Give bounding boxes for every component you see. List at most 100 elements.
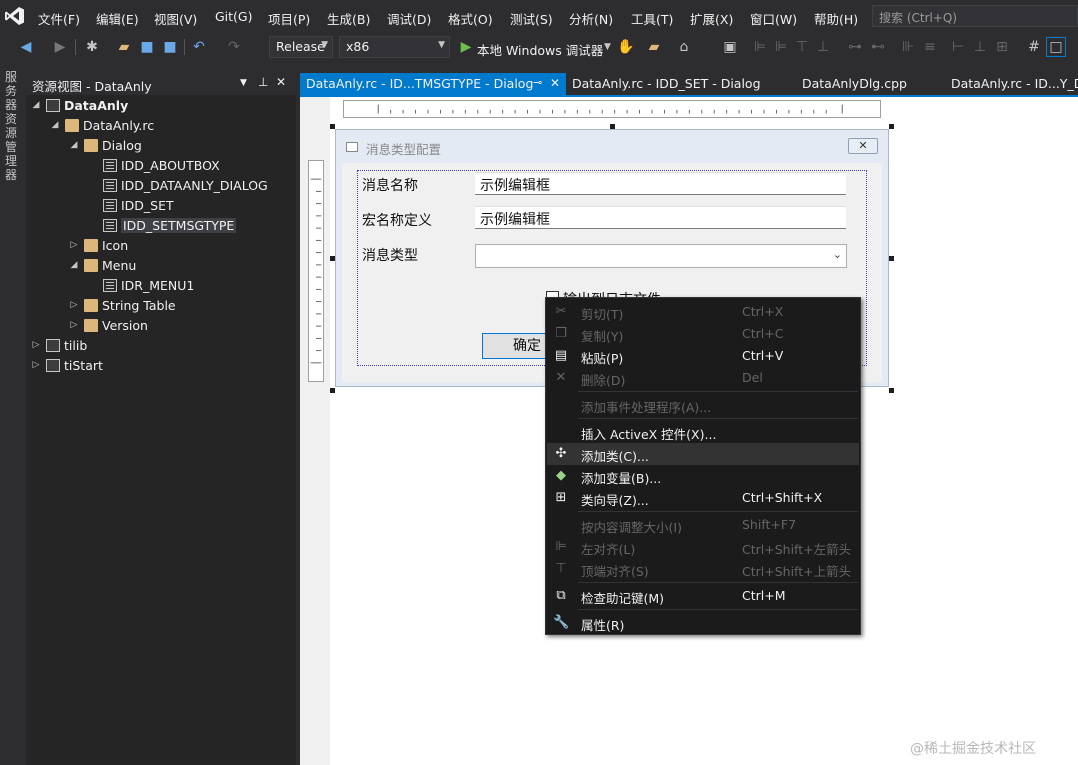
menu-item-check-mnemonics[interactable]: ⧉ 检查助记键(M) Ctrl+M bbox=[547, 585, 859, 607]
pin-icon[interactable]: ⊥ bbox=[258, 75, 268, 89]
align-left-tool-icon[interactable]: ⊫ bbox=[750, 37, 770, 57]
dialog-close-button[interactable]: ✕ bbox=[848, 138, 878, 154]
home-icon[interactable]: ⌂ bbox=[674, 37, 694, 57]
back-icon[interactable]: ◀ bbox=[16, 37, 36, 57]
tree-root-dataanly[interactable]: ◢ DataAnly bbox=[30, 95, 129, 115]
tree-item-dialog-selected[interactable]: IDD_SETMSGTYPE bbox=[99, 215, 237, 235]
configuration-select[interactable]: Release ▼ bbox=[269, 36, 333, 58]
same-size-icon[interactable]: ⊞ bbox=[992, 37, 1012, 57]
pin-icon[interactable]: ⊸ bbox=[533, 76, 542, 89]
tab-dataanly-setmsgtype[interactable]: DataAnly.rc - ID...TMSGTYPE - Dialog ⊸ ✕ bbox=[300, 73, 566, 95]
resize-handle[interactable] bbox=[889, 124, 894, 129]
menu-project[interactable]: 项目(P) bbox=[268, 9, 310, 28]
menu-format[interactable]: 格式(O) bbox=[448, 9, 493, 28]
menu-build[interactable]: 生成(B) bbox=[327, 9, 370, 28]
center-vertical-icon[interactable]: ⊶ bbox=[845, 37, 865, 57]
tab-dataanly-dialog[interactable]: DataAnly.rc - ID...Y_DI bbox=[945, 73, 1078, 95]
test-dialog-icon[interactable]: ▣ bbox=[720, 37, 740, 57]
align-right-tool-icon[interactable]: ⊫ bbox=[771, 37, 791, 57]
menu-item-copy[interactable]: ❐ 复制(Y) Ctrl+C bbox=[547, 323, 859, 345]
tree-item-dialog[interactable]: IDD_SET bbox=[99, 195, 174, 215]
menu-item-size-to-content[interactable]: 按内容调整大小(I) Shift+F7 bbox=[547, 514, 859, 536]
menu-item-cut[interactable]: ✂ 剪切(T) Ctrl+X bbox=[547, 301, 859, 323]
expand-arrow-icon[interactable]: ▷ bbox=[30, 340, 42, 350]
menu-item-align-left[interactable]: ⊫ 左对齐(L) Ctrl+Shift+左箭头 bbox=[547, 536, 859, 558]
menu-item-delete[interactable]: ✕ 删除(D) Del bbox=[547, 367, 859, 389]
menu-item-align-top[interactable]: ⊤ 顶端对齐(S) Ctrl+Shift+上箭头 bbox=[547, 558, 859, 580]
collapse-arrow-icon[interactable]: ◢ bbox=[68, 140, 80, 150]
tree-item-menu-folder[interactable]: ◢ Menu bbox=[68, 255, 137, 275]
forward-icon[interactable]: ▶ bbox=[50, 37, 70, 57]
menu-item-paste[interactable]: ▤ 粘贴(P) Ctrl+V bbox=[547, 345, 859, 367]
align-top-tool-icon[interactable]: ⊤ bbox=[792, 37, 812, 57]
tree-item-menu[interactable]: IDR_MENU1 bbox=[99, 275, 194, 295]
same-width-icon[interactable]: ⊢ bbox=[948, 37, 968, 57]
menu-edit[interactable]: 编辑(E) bbox=[96, 9, 139, 28]
tree-item-rc-file[interactable]: ◢ DataAnly.rc bbox=[49, 115, 155, 135]
tree-item-dialog[interactable]: IDD_DATAANLY_DIALOG bbox=[99, 175, 268, 195]
menu-view[interactable]: 视图(V) bbox=[154, 9, 197, 28]
menu-tools[interactable]: 工具(T) bbox=[631, 9, 673, 28]
save-all-icon[interactable]: ■ bbox=[160, 37, 180, 57]
start-debugger-button[interactable]: 本地 Windows 调试器 bbox=[477, 40, 603, 59]
space-down-icon[interactable]: ≡ bbox=[920, 37, 940, 57]
macro-name-edit[interactable]: 示例编辑框 bbox=[475, 206, 846, 229]
menu-debug[interactable]: 调试(D) bbox=[387, 9, 431, 28]
menu-window[interactable]: 窗口(W) bbox=[750, 9, 797, 28]
menu-git[interactable]: Git(G) bbox=[215, 9, 253, 24]
tree-item-dialog-folder[interactable]: ◢ Dialog bbox=[68, 135, 142, 155]
close-tab-icon[interactable]: ✕ bbox=[550, 76, 560, 90]
resize-handle[interactable] bbox=[889, 388, 894, 393]
tree-item-project[interactable]: ▷ tilib bbox=[30, 335, 88, 355]
center-horizontal-icon[interactable]: ⊷ bbox=[868, 37, 888, 57]
space-across-icon[interactable]: ⊪ bbox=[898, 37, 918, 57]
undo-icon[interactable]: ↶ bbox=[189, 37, 209, 57]
tree-item-string-table[interactable]: ▷ String Table bbox=[68, 295, 176, 315]
save-icon[interactable]: ■ bbox=[137, 37, 157, 57]
expand-arrow-icon[interactable]: ▷ bbox=[68, 320, 80, 330]
resize-handle[interactable] bbox=[889, 256, 894, 261]
same-height-icon[interactable]: ⊥ bbox=[970, 37, 990, 57]
server-explorer-tab[interactable]: 服务器资源管理器 bbox=[0, 62, 26, 765]
menu-extensions[interactable]: 扩展(X) bbox=[690, 9, 733, 28]
expand-arrow-icon[interactable]: ▷ bbox=[68, 240, 80, 250]
close-icon[interactable]: ✕ bbox=[276, 75, 286, 89]
new-project-icon[interactable]: ✱ bbox=[82, 37, 102, 57]
menu-analyze[interactable]: 分析(N) bbox=[569, 9, 613, 28]
menu-test[interactable]: 测试(S) bbox=[510, 9, 553, 28]
menu-file[interactable]: 文件(F) bbox=[38, 9, 80, 28]
open-folder-icon[interactable]: ▰ bbox=[114, 37, 134, 57]
menu-item-insert-activex[interactable]: 插入 ActiveX 控件(X)... bbox=[547, 421, 859, 443]
run-icon[interactable]: ▶ bbox=[456, 37, 476, 57]
collapse-arrow-icon[interactable]: ◢ bbox=[49, 120, 61, 130]
tree-item-project[interactable]: ▷ tiStart bbox=[30, 355, 103, 375]
platform-select[interactable]: x86 ▼ bbox=[339, 36, 450, 58]
tree-item-dialog[interactable]: IDD_ABOUTBOX bbox=[99, 155, 220, 175]
visual-studio-logo-icon[interactable] bbox=[4, 5, 26, 27]
menu-item-class-wizard[interactable]: ⊞ 类向导(Z)... Ctrl+Shift+X bbox=[547, 487, 859, 509]
menu-item-add-event-handler[interactable]: 添加事件处理程序(A)... bbox=[547, 394, 859, 416]
collapse-arrow-icon[interactable]: ◢ bbox=[68, 260, 80, 270]
message-type-combo[interactable]: ⌄ bbox=[475, 244, 847, 268]
panel-menu-chevron-icon[interactable]: ▼ bbox=[240, 78, 247, 88]
collapse-arrow-icon[interactable]: ◢ bbox=[30, 100, 42, 110]
tab-dataanly-set[interactable]: DataAnly.rc - IDD_SET - Dialog bbox=[566, 73, 767, 95]
tree-item-version[interactable]: ▷ Version bbox=[68, 315, 148, 335]
resize-handle[interactable] bbox=[330, 388, 335, 393]
menu-item-properties[interactable]: 🔧 属性(R) bbox=[547, 612, 859, 634]
menu-item-add-variable[interactable]: ◆ 添加变量(B)... bbox=[547, 465, 859, 487]
align-bottom-tool-icon[interactable]: ⊥ bbox=[813, 37, 833, 57]
tree-item-icon-folder[interactable]: ▷ Icon bbox=[68, 235, 129, 255]
search-input[interactable]: 搜索 (Ctrl+Q) bbox=[872, 5, 1078, 27]
guides-icon[interactable]: □ bbox=[1046, 37, 1066, 57]
tab-dataanlydlg-cpp[interactable]: DataAnlyDlg.cpp bbox=[796, 73, 913, 95]
message-name-edit[interactable]: 示例编辑框 bbox=[475, 172, 846, 195]
grid-icon[interactable]: # bbox=[1024, 37, 1044, 57]
solution-folder-icon[interactable]: ▰ bbox=[644, 37, 664, 57]
chevron-down-icon[interactable]: ▼ bbox=[604, 42, 611, 52]
attach-icon[interactable]: ✋ bbox=[616, 37, 636, 57]
expand-arrow-icon[interactable]: ▷ bbox=[30, 360, 42, 370]
menu-help[interactable]: 帮助(H) bbox=[814, 9, 858, 28]
expand-arrow-icon[interactable]: ▷ bbox=[68, 300, 80, 310]
redo-icon[interactable]: ↷ bbox=[224, 37, 244, 57]
